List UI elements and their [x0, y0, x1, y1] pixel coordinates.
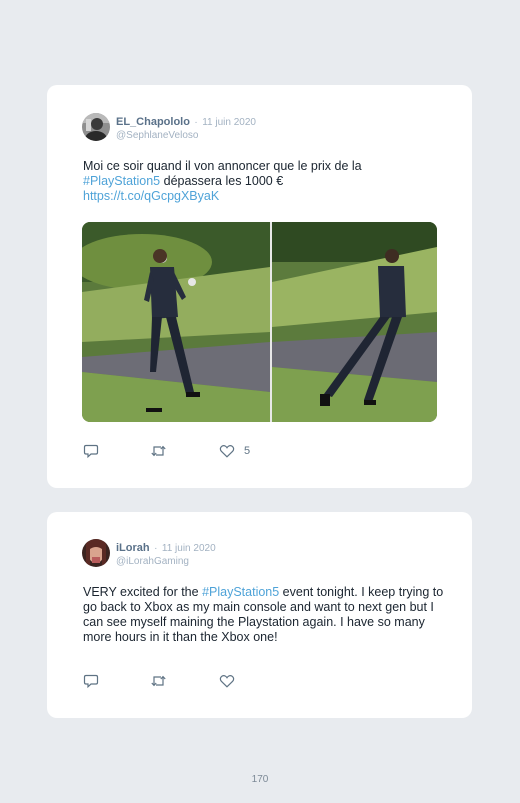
hashtag-link[interactable]: #PlayStation5	[202, 585, 279, 599]
heart-icon	[219, 675, 235, 688]
author-name[interactable]: iLorah	[116, 542, 150, 554]
tweet-media-image[interactable]	[82, 222, 437, 422]
tweet-card: EL_Chapololo · 11 juin 2020 @SephlaneVel…	[47, 85, 472, 488]
reply-button[interactable]	[83, 443, 99, 459]
retweet-icon	[151, 675, 166, 687]
hashtag-link[interactable]: #PlayStation5	[83, 174, 160, 188]
retweet-button[interactable]	[150, 673, 167, 689]
page-number: 170	[251, 774, 269, 785]
tweet-text: Moi ce soir quand il von annoncer que le…	[83, 159, 453, 204]
tweet-text: VERY excited for the #PlayStation5 event…	[83, 585, 453, 645]
url-link[interactable]: https://t.co/qGcpgXByaK	[83, 189, 219, 203]
tweet-header: iLorah · 11 juin 2020 @iLorahGaming	[116, 541, 216, 568]
like-button[interactable]: 5	[219, 443, 250, 459]
reply-button[interactable]	[83, 673, 99, 689]
tweet-actions	[83, 673, 303, 689]
separator: ·	[194, 117, 198, 128]
tweet-text-before: VERY excited for the	[83, 585, 203, 599]
avatar[interactable]	[82, 113, 110, 141]
author-handle[interactable]: @iLorahGaming	[116, 556, 216, 568]
reply-icon	[83, 444, 99, 459]
heart-icon	[219, 445, 235, 458]
author-name[interactable]: EL_Chapololo	[116, 116, 190, 128]
reply-icon	[83, 674, 99, 689]
like-count: 5	[244, 445, 251, 457]
retweet-button[interactable]	[150, 443, 167, 459]
tweet-date[interactable]: 11 juin 2020	[202, 117, 256, 128]
author-handle[interactable]: @SephlaneVeloso	[116, 130, 256, 142]
tweet-text-before: Moi ce soir quand il von annoncer que le…	[83, 159, 362, 173]
retweet-icon	[151, 445, 166, 457]
tweet-date[interactable]: 11 juin 2020	[162, 543, 216, 554]
tweet-actions: 5	[83, 443, 303, 459]
tweet-text-after: dépassera les 1000 €	[160, 174, 284, 188]
separator: ·	[154, 543, 158, 554]
like-button[interactable]	[219, 673, 235, 689]
tweet-header: EL_Chapololo · 11 juin 2020 @SephlaneVel…	[116, 115, 256, 142]
avatar[interactable]	[82, 539, 110, 567]
tweet-card: iLorah · 11 juin 2020 @iLorahGaming VERY…	[47, 512, 472, 718]
